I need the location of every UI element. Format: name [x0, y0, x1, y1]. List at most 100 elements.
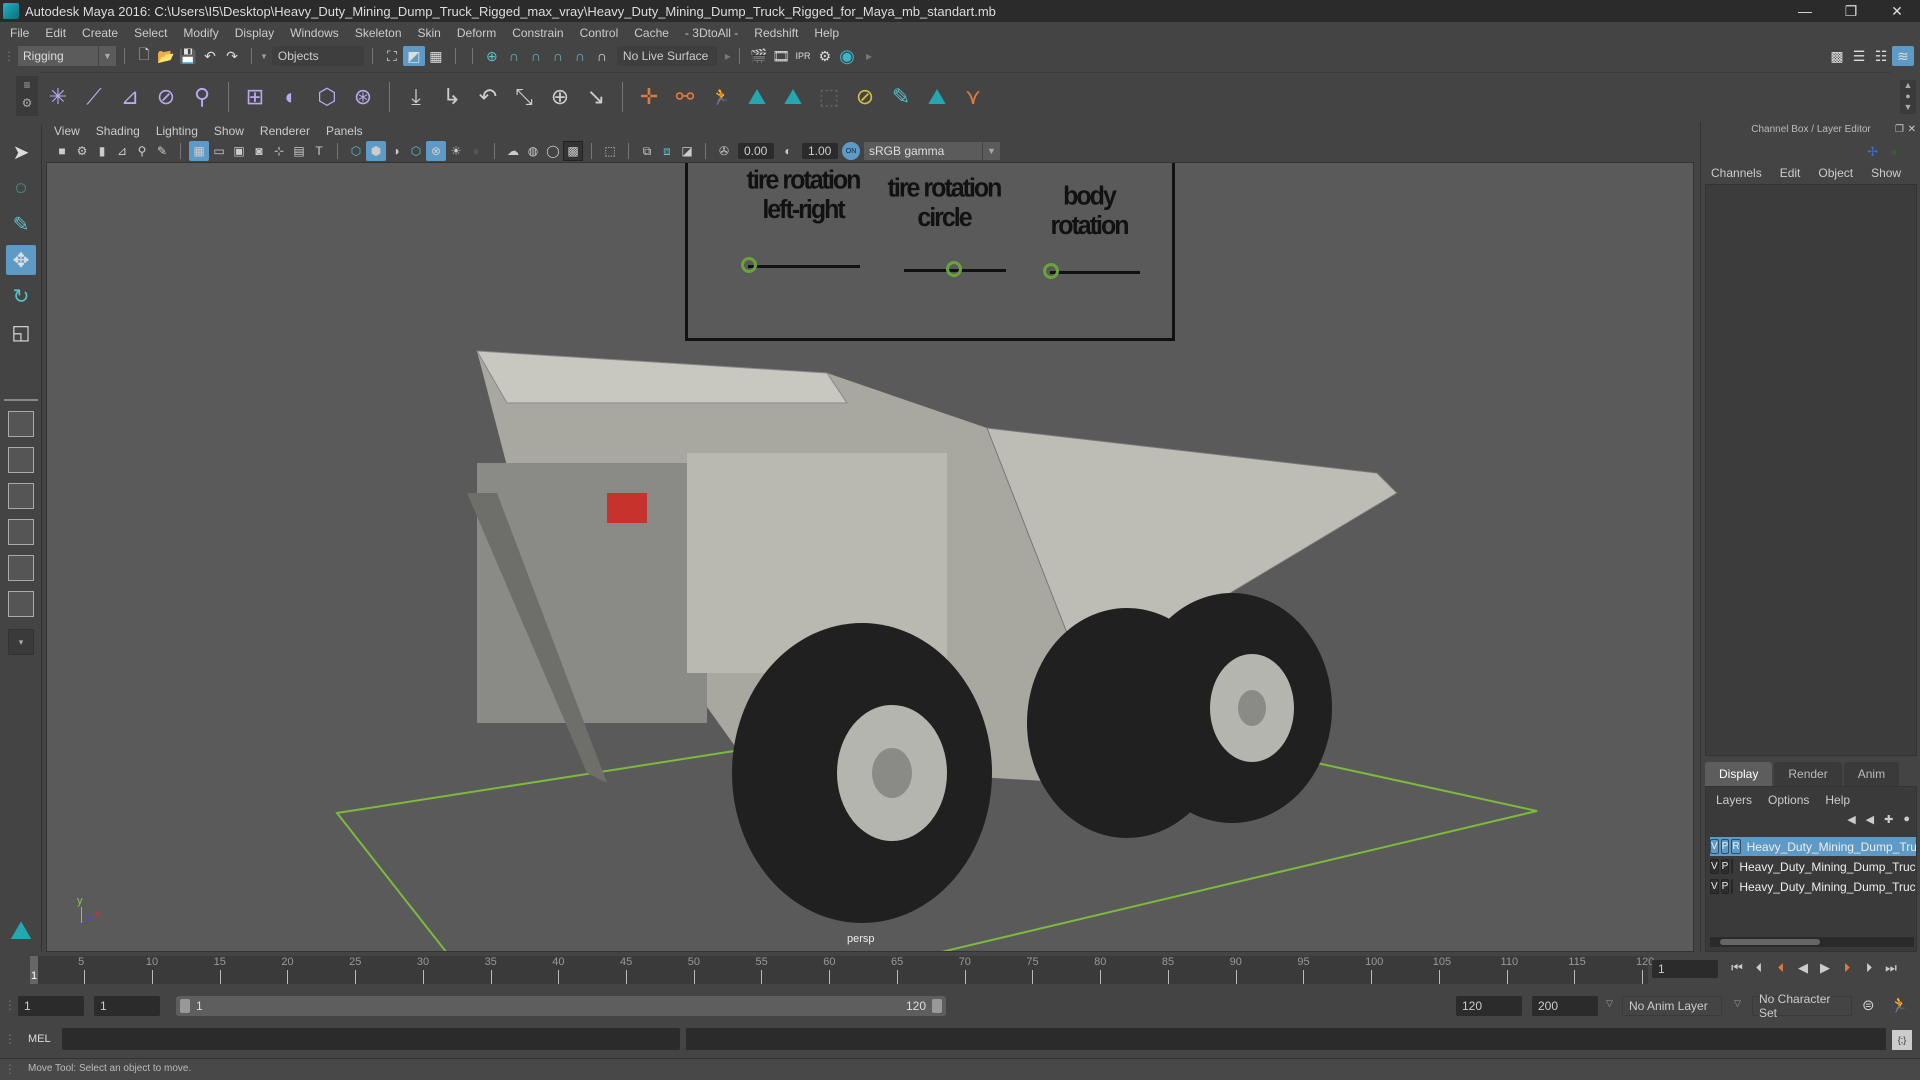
- undo-icon[interactable]: ↶: [199, 46, 221, 66]
- redo-icon[interactable]: ↷: [221, 46, 243, 66]
- play-forwards-icon[interactable]: ▶: [1814, 958, 1836, 978]
- graph-editor-layout-icon[interactable]: [8, 519, 34, 545]
- command-input[interactable]: [62, 1028, 680, 1050]
- menu-create[interactable]: Create: [82, 26, 118, 40]
- layer-horizontal-scrollbar[interactable]: [1710, 937, 1914, 947]
- chevron-right-icon[interactable]: ▸: [725, 49, 731, 63]
- channel-menu-channels[interactable]: Channels: [1711, 166, 1762, 180]
- node-editor-layout-icon[interactable]: [8, 591, 34, 617]
- move-layer-down-icon[interactable]: ◀: [1866, 813, 1874, 826]
- hik-character-icon[interactable]: 🏃: [703, 79, 739, 115]
- bind-skin-icon[interactable]: ⊞: [237, 79, 273, 115]
- new-empty-layer-icon[interactable]: ✚: [1884, 813, 1893, 826]
- panel-menu-panels[interactable]: Panels: [326, 124, 363, 138]
- menuset-dropdown[interactable]: Rigging ▼: [18, 46, 116, 66]
- single-perspective-layout-icon[interactable]: [8, 411, 34, 437]
- move-layer-up-icon[interactable]: ◀: [1847, 813, 1855, 826]
- chevron-down-icon[interactable]: ▼: [260, 52, 268, 61]
- new-scene-icon[interactable]: 🗋: [133, 46, 155, 66]
- cluster-icon[interactable]: ⊛: [345, 79, 381, 115]
- save-scene-icon[interactable]: 💾: [177, 46, 199, 66]
- empty-shelf-slot-icon[interactable]: ⬚: [811, 79, 847, 115]
- camera-attributes-icon[interactable]: ⚙: [72, 141, 92, 161]
- menu-edit[interactable]: Edit: [45, 26, 66, 40]
- anim-layer-field[interactable]: No Anim Layer: [1622, 996, 1722, 1016]
- tab-anim[interactable]: Anim: [1843, 762, 1900, 786]
- end-time-field[interactable]: 200: [1532, 996, 1598, 1016]
- float-panel-icon[interactable]: ❐: [1895, 124, 1904, 135]
- layer-display-type-toggle[interactable]: R: [1731, 839, 1741, 854]
- selection-mode-field[interactable]: Objects: [271, 46, 364, 66]
- drag-handle-icon[interactable]: ⋮: [4, 1062, 16, 1076]
- exposure-field[interactable]: 0.00: [738, 143, 774, 159]
- orient-constraint-icon[interactable]: ↶: [470, 79, 506, 115]
- use-default-material-icon[interactable]: ◑: [386, 141, 406, 161]
- rotate-tool-icon[interactable]: ↻: [6, 281, 36, 311]
- grease-pencil-icon[interactable]: ✎: [152, 141, 172, 161]
- layer-display-type-toggle[interactable]: [1731, 859, 1734, 874]
- paint-select-tool-icon[interactable]: ✎: [6, 209, 36, 239]
- quick-rig-icon[interactable]: ⚲: [184, 79, 220, 115]
- pole-vector-icon[interactable]: ↘: [578, 79, 614, 115]
- maya-script-icon-3[interactable]: ⛰: [919, 79, 955, 115]
- channel-menu-object[interactable]: Object: [1818, 166, 1853, 180]
- menu-redshift[interactable]: Redshift: [754, 26, 798, 40]
- menu-windows[interactable]: Windows: [290, 26, 339, 40]
- motion-blur-icon[interactable]: ◍: [523, 141, 543, 161]
- play-backwards-icon[interactable]: ◀: [1792, 958, 1814, 978]
- chevron-down-icon[interactable]: ▽: [1606, 998, 1613, 1009]
- layer-row[interactable]: V P R Heavy_Duty_Mining_Dump_Truck_Rigge…: [1710, 837, 1916, 856]
- outliner-persp-layout-icon[interactable]: [8, 483, 34, 509]
- curve-tool-icon[interactable]: ⋎: [955, 79, 991, 115]
- depth-of-field-icon[interactable]: ▩: [563, 141, 583, 161]
- range-start-handle[interactable]: [180, 999, 190, 1013]
- snap-view-plane-icon[interactable]: ∩: [547, 46, 569, 66]
- sync-channels-icon[interactable]: ●: [1890, 144, 1898, 159]
- layer-playback-toggle[interactable]: P: [1720, 839, 1730, 854]
- ik-handle-icon[interactable]: ⟋: [76, 79, 112, 115]
- go-to-end-icon[interactable]: ⏭: [1880, 958, 1902, 978]
- panel-menu-view[interactable]: View: [54, 124, 80, 138]
- step-back-key-icon[interactable]: ⏴: [1770, 958, 1792, 978]
- resolution-gate-icon[interactable]: ▣: [229, 141, 249, 161]
- xray-joints-icon[interactable]: ⧈: [657, 141, 677, 161]
- layer-menu-help[interactable]: Help: [1825, 793, 1850, 807]
- script-editor-icon[interactable]: {;}: [1892, 1030, 1912, 1050]
- playback-end-field[interactable]: 120: [1456, 996, 1522, 1016]
- parent-constraint-icon[interactable]: ⤓: [398, 79, 434, 115]
- delete-history-icon[interactable]: ⊘: [847, 79, 883, 115]
- panel-menu-show[interactable]: Show: [214, 124, 244, 138]
- wireframe-icon[interactable]: ⬡: [346, 141, 366, 161]
- close-panel-icon[interactable]: ✕: [1908, 124, 1916, 135]
- ipr-render-icon[interactable]: IPR: [792, 46, 814, 66]
- playback-start-field[interactable]: 1: [94, 996, 160, 1016]
- menu-select[interactable]: Select: [134, 26, 167, 40]
- maya-script-icon-2[interactable]: ⛰: [775, 79, 811, 115]
- xray-icon[interactable]: ⧉: [637, 141, 657, 161]
- select-object-icon[interactable]: ◩: [402, 46, 425, 66]
- go-to-start-icon[interactable]: ⏮: [1726, 958, 1748, 978]
- dump-truck-model[interactable]: [467, 350, 1398, 923]
- two-d-pan-zoom-icon[interactable]: ⚲: [132, 141, 152, 161]
- snap-surface-icon[interactable]: ∩: [569, 46, 591, 66]
- menu-help[interactable]: Help: [814, 26, 839, 40]
- layer-visibility-toggle[interactable]: V: [1710, 879, 1719, 894]
- animation-preferences-icon[interactable]: 🏃: [1890, 996, 1909, 1014]
- range-end-handle[interactable]: [932, 999, 942, 1013]
- live-surface-field[interactable]: No Live Surface: [616, 46, 717, 66]
- auto-key-icon[interactable]: ⊜: [1862, 996, 1875, 1014]
- step-back-frame-icon[interactable]: ⏴: [1748, 958, 1770, 978]
- snap-live-icon[interactable]: ∩: [591, 46, 613, 66]
- restore-button[interactable]: ❐: [1828, 0, 1874, 22]
- drag-handle-icon[interactable]: ⋮: [4, 1032, 16, 1046]
- layer-playback-toggle[interactable]: P: [1720, 879, 1730, 894]
- menu-3dtoall[interactable]: - 3DtoAll -: [685, 26, 738, 40]
- multisample-aa-icon[interactable]: ◯: [543, 141, 563, 161]
- attribute-editor-icon[interactable]: ☰: [1848, 46, 1870, 66]
- layout-dropdown-icon[interactable]: ▾: [8, 629, 34, 655]
- set-driven-key-icon[interactable]: ⚯: [667, 79, 703, 115]
- layer-menu-options[interactable]: Options: [1768, 793, 1809, 807]
- menu-modify[interactable]: Modify: [183, 26, 218, 40]
- point-constraint-icon[interactable]: ↳: [434, 79, 470, 115]
- menu-skin[interactable]: Skin: [418, 26, 441, 40]
